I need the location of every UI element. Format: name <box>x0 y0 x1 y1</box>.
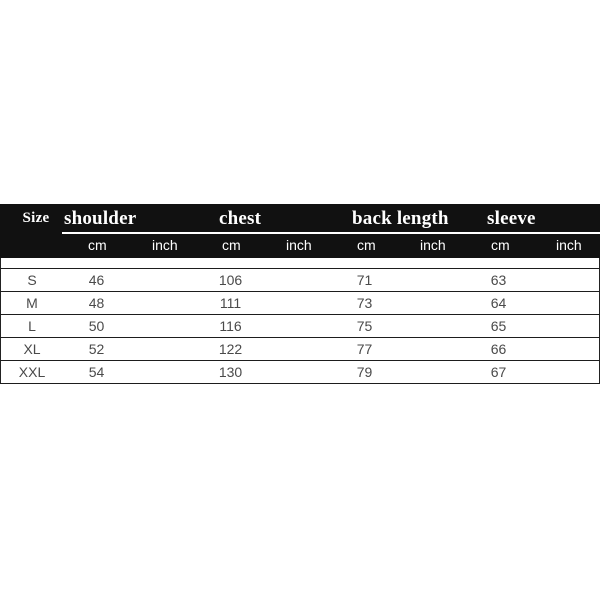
cell-sleeve-inch <box>532 268 600 292</box>
cell-sleeve-cm: 63 <box>465 268 532 292</box>
cell-shoulder-cm: 46 <box>63 268 130 292</box>
column-group-header-sleeve: sleeve <box>487 208 536 229</box>
cell-shoulder-inch <box>130 314 197 338</box>
column-header-size: Size <box>22 210 50 226</box>
size-table-body: S 46 106 71 63 M 48 111 73 64 L 50 116 7… <box>0 268 600 384</box>
cell-shoulder-inch <box>130 291 197 315</box>
size-table: S 46 106 71 63 M 48 111 73 64 L 50 116 7… <box>0 268 600 384</box>
cell-sleeve-cm: 66 <box>465 337 532 361</box>
cell-shoulder-inch <box>130 268 197 292</box>
table-row: XXL 54 130 79 67 <box>0 360 600 384</box>
cell-back-length-cm: 71 <box>331 268 398 292</box>
cell-chest-inch <box>264 360 331 384</box>
unit-header-sleeve-inch: inch <box>556 237 582 253</box>
cell-chest-inch <box>264 268 331 292</box>
cell-sleeve-inch <box>532 314 600 338</box>
unit-header-back-length-inch: inch <box>420 237 446 253</box>
cell-shoulder-inch <box>130 337 197 361</box>
cell-back-length-inch <box>398 291 465 315</box>
size-chart: Size shoulder chest back length sleeve c… <box>0 204 600 384</box>
table-row: L 50 116 75 65 <box>0 314 600 338</box>
unit-header-shoulder-inch: inch <box>152 237 178 253</box>
cell-back-length-cm: 75 <box>331 314 398 338</box>
cell-back-length-inch <box>398 314 465 338</box>
cell-chest-cm: 116 <box>197 314 264 338</box>
cell-shoulder-cm: 48 <box>63 291 130 315</box>
cell-chest-cm: 122 <box>197 337 264 361</box>
cell-sleeve-cm: 65 <box>465 314 532 338</box>
header-body-gap <box>0 258 600 268</box>
cell-back-length-cm: 73 <box>331 291 398 315</box>
cell-sleeve-cm: 64 <box>465 291 532 315</box>
cell-shoulder-cm: 50 <box>63 314 130 338</box>
cell-back-length-cm: 77 <box>331 337 398 361</box>
cell-chest-cm: 106 <box>197 268 264 292</box>
cell-size: XL <box>0 337 63 361</box>
column-group-header-shoulder: shoulder <box>64 208 137 229</box>
table-row: XL 52 122 77 66 <box>0 337 600 361</box>
cell-sleeve-inch <box>532 291 600 315</box>
cell-back-length-inch <box>398 360 465 384</box>
cell-size: L <box>0 314 63 338</box>
cell-chest-inch <box>264 291 331 315</box>
cell-sleeve-inch <box>532 337 600 361</box>
cell-shoulder-cm: 52 <box>63 337 130 361</box>
size-chart-header: Size shoulder chest back length sleeve c… <box>0 204 600 258</box>
cell-shoulder-cm: 54 <box>63 360 130 384</box>
cell-chest-cm: 130 <box>197 360 264 384</box>
header-divider-rule <box>62 232 600 234</box>
unit-header-back-length-cm: cm <box>357 237 376 253</box>
table-row: S 46 106 71 63 <box>0 268 600 292</box>
column-group-header-chest: chest <box>219 208 262 229</box>
unit-header-chest-inch: inch <box>286 237 312 253</box>
cell-shoulder-inch <box>130 360 197 384</box>
cell-chest-inch <box>264 314 331 338</box>
cell-size: M <box>0 291 63 315</box>
cell-size: XXL <box>0 360 63 384</box>
cell-size: S <box>0 268 63 292</box>
unit-header-sleeve-cm: cm <box>491 237 510 253</box>
cell-back-length-inch <box>398 337 465 361</box>
cell-chest-inch <box>264 337 331 361</box>
cell-chest-cm: 111 <box>197 291 264 315</box>
table-row: M 48 111 73 64 <box>0 291 600 315</box>
unit-header-chest-cm: cm <box>222 237 241 253</box>
cell-sleeve-cm: 67 <box>465 360 532 384</box>
column-group-header-back-length: back length <box>352 208 449 229</box>
cell-sleeve-inch <box>532 360 600 384</box>
cell-back-length-inch <box>398 268 465 292</box>
cell-back-length-cm: 79 <box>331 360 398 384</box>
unit-header-shoulder-cm: cm <box>88 237 107 253</box>
